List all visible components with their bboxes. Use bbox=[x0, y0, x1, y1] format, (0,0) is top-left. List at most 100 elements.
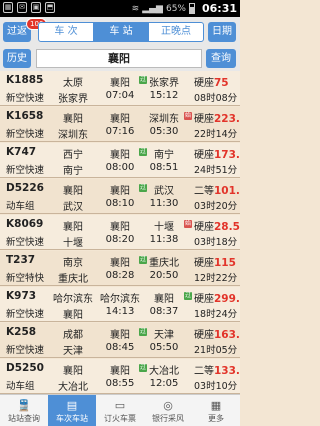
tab-delay[interactable]: 正晚点 bbox=[149, 23, 203, 41]
depart-station: 襄阳 bbox=[110, 150, 130, 161]
train-number: K973 bbox=[6, 290, 37, 302]
tab-label: 银行采风 bbox=[152, 414, 184, 423]
tab-more[interactable]: ▦ 更多 bbox=[192, 395, 240, 426]
price: 115 bbox=[214, 257, 236, 269]
origin-station: 襄阳 bbox=[63, 222, 83, 233]
price: 223.5 bbox=[214, 113, 240, 125]
train-row[interactable]: D5250动车组襄阳大冶北襄阳08:55大冶北12:05过二等133.503时1… bbox=[0, 359, 240, 394]
tab-train-number[interactable]: 车 次 bbox=[39, 23, 94, 41]
tab-station[interactable]: ▤ 车次车站 bbox=[48, 395, 96, 426]
arrive-station: 重庆北 bbox=[149, 258, 179, 269]
tab-label: 站站查询 bbox=[8, 414, 40, 423]
terminal-station: 十堰 bbox=[63, 238, 83, 249]
duration: 08时08分 bbox=[194, 93, 238, 104]
depart-station: 哈尔滨东 bbox=[100, 294, 140, 305]
train-row[interactable]: K1885 新空快速 太原 张家界 襄阳 07:04 张家界 15:12 过硬座75 08时08分 bbox=[0, 71, 240, 106]
train-row[interactable]: K747新空快速西宁南宁襄阳08:00南宁08:51过硬座173.524时51分 bbox=[0, 143, 240, 178]
seat-type: 硬座 bbox=[194, 222, 214, 233]
train-type: 新空快速 bbox=[6, 309, 45, 320]
origin-station: 襄阳 bbox=[63, 114, 83, 125]
battery-percent: 65% bbox=[165, 3, 186, 14]
seat-price: 硬座173.5 bbox=[194, 146, 240, 161]
origin-icon: 始 bbox=[184, 112, 192, 120]
duration: 24时51分 bbox=[194, 165, 238, 176]
arrive-time: 15:12 bbox=[149, 90, 179, 101]
tab-label: 车次车站 bbox=[56, 414, 88, 423]
notification-icon: ⬒ bbox=[45, 2, 55, 13]
history-button[interactable]: 历史 bbox=[3, 49, 31, 68]
tab-station[interactable]: 车 站 bbox=[94, 23, 149, 41]
duration: 12时22分 bbox=[194, 273, 238, 284]
depart-time: 08:20 bbox=[105, 234, 135, 245]
train-number: T237 bbox=[6, 254, 36, 266]
date-button[interactable]: 日期 bbox=[208, 22, 236, 42]
seat-type: 硬座 bbox=[194, 330, 214, 341]
depart-time: 07:04 bbox=[105, 90, 135, 101]
pass-through-icon: 过 bbox=[184, 292, 192, 300]
train-row[interactable]: K1658新空快速襄阳深圳东襄阳07:16深圳东05:30始硬座223.522时… bbox=[0, 107, 240, 142]
status-bar: ▦ ✉ ▣ ⬒ ≋ ▂▄▆ 65% 06:31 bbox=[0, 0, 240, 17]
ticket-icon: ▭ bbox=[114, 399, 126, 412]
terminal-station: 张家界 bbox=[58, 94, 88, 105]
station-input[interactable]: 襄阳 bbox=[36, 49, 202, 68]
depart-station: 襄阳 bbox=[110, 222, 130, 233]
duration: 18时24分 bbox=[194, 309, 238, 320]
train-number: K1658 bbox=[6, 110, 44, 122]
price: 101.5 bbox=[214, 185, 240, 197]
mode-tabs: 车 次 车 站 正晚点 bbox=[38, 22, 204, 42]
train-type: 新空快速 bbox=[6, 165, 45, 176]
bottom-tab-bar: 🚆 站站查询 ▤ 车次车站 ▭ 订火车票 ◎ 银行采风 ▦ 更多 bbox=[0, 394, 240, 426]
arrive-time: 05:30 bbox=[149, 126, 179, 137]
query-button[interactable]: 查询 bbox=[206, 49, 236, 68]
price: 173.5 bbox=[214, 149, 240, 161]
origin-station: 南京 bbox=[63, 258, 83, 269]
tab-label: 订火车票 bbox=[104, 414, 136, 423]
seat-price: 硬座75 bbox=[194, 74, 229, 89]
seat-type: 硬座 bbox=[194, 294, 214, 305]
pass-through-icon: 过 bbox=[139, 364, 147, 372]
clock: 06:31 bbox=[201, 2, 237, 15]
depart-station: 襄阳 bbox=[110, 258, 130, 269]
depart-time: 08:45 bbox=[105, 342, 135, 353]
terminal-station: 武汉 bbox=[63, 202, 83, 213]
train-row[interactable]: K8069 新空快速 襄阳 十堰 襄阳 08:20 十堰 11:38 始硬座28.5 03时18分 bbox=[0, 215, 240, 250]
price: 28.5 bbox=[214, 221, 240, 233]
train-row[interactable]: T237 新空特快 南京 重庆北 襄阳 08:28 重庆北 20:50 过硬座115 12时22分 bbox=[0, 251, 240, 286]
duration: 22时14分 bbox=[194, 129, 238, 140]
signal-icon: ▂▄▆ bbox=[142, 3, 163, 14]
origin-station: 太原 bbox=[63, 78, 83, 89]
duration: 21时05分 bbox=[194, 345, 238, 356]
train-number: D5226 bbox=[6, 182, 44, 194]
arrive-time: 05:50 bbox=[149, 342, 179, 353]
bank-icon: ◎ bbox=[163, 399, 173, 412]
seat-price: 硬座115 bbox=[194, 254, 236, 269]
price: 163.5 bbox=[214, 329, 240, 341]
train-row[interactable]: D5226动车组襄阳武汉襄阳08:10武汉11:30过二等101.503时20分 bbox=[0, 179, 240, 214]
tab-ticket[interactable]: ▭ 订火车票 bbox=[96, 395, 144, 426]
depart-station: 襄阳 bbox=[110, 114, 130, 125]
seat-price: 二等133.5 bbox=[194, 362, 240, 377]
arrive-station: 南宁 bbox=[154, 150, 174, 161]
terminal-station: 天津 bbox=[63, 346, 83, 357]
more-icon: ▦ bbox=[210, 399, 222, 412]
notification-icon: ▣ bbox=[31, 2, 41, 13]
depart-station: 襄阳 bbox=[110, 186, 130, 197]
train-row[interactable]: K973新空快速哈尔滨东襄阳哈尔滨东14:13襄阳08:37过硬座299.518… bbox=[0, 287, 240, 322]
notification-icons: ▦ ✉ ▣ ⬒ bbox=[3, 2, 55, 13]
arrive-station: 襄阳 bbox=[154, 294, 174, 305]
train-number: K747 bbox=[6, 146, 37, 158]
notification-icon: ✉ bbox=[17, 2, 27, 13]
train-type: 新空快速 bbox=[6, 93, 45, 104]
train-number: K1885 bbox=[6, 74, 44, 86]
depart-station: 襄阳 bbox=[110, 366, 130, 377]
train-type: 新空快速 bbox=[6, 129, 45, 140]
train-type: 新空特快 bbox=[6, 273, 45, 284]
search-bar: 历史 襄阳 查询 bbox=[0, 47, 240, 71]
tab-bank[interactable]: ◎ 银行采风 bbox=[144, 395, 192, 426]
wifi-icon: ≋ bbox=[131, 3, 140, 14]
train-row[interactable]: K258新空快速成都天津襄阳08:45天津05:50过硬座163.521时05分 bbox=[0, 323, 240, 358]
train-icon: 🚆 bbox=[17, 399, 31, 412]
arrive-station: 天津 bbox=[154, 330, 174, 341]
train-number: K258 bbox=[6, 326, 37, 338]
tab-train[interactable]: 🚆 站站查询 bbox=[0, 395, 48, 426]
